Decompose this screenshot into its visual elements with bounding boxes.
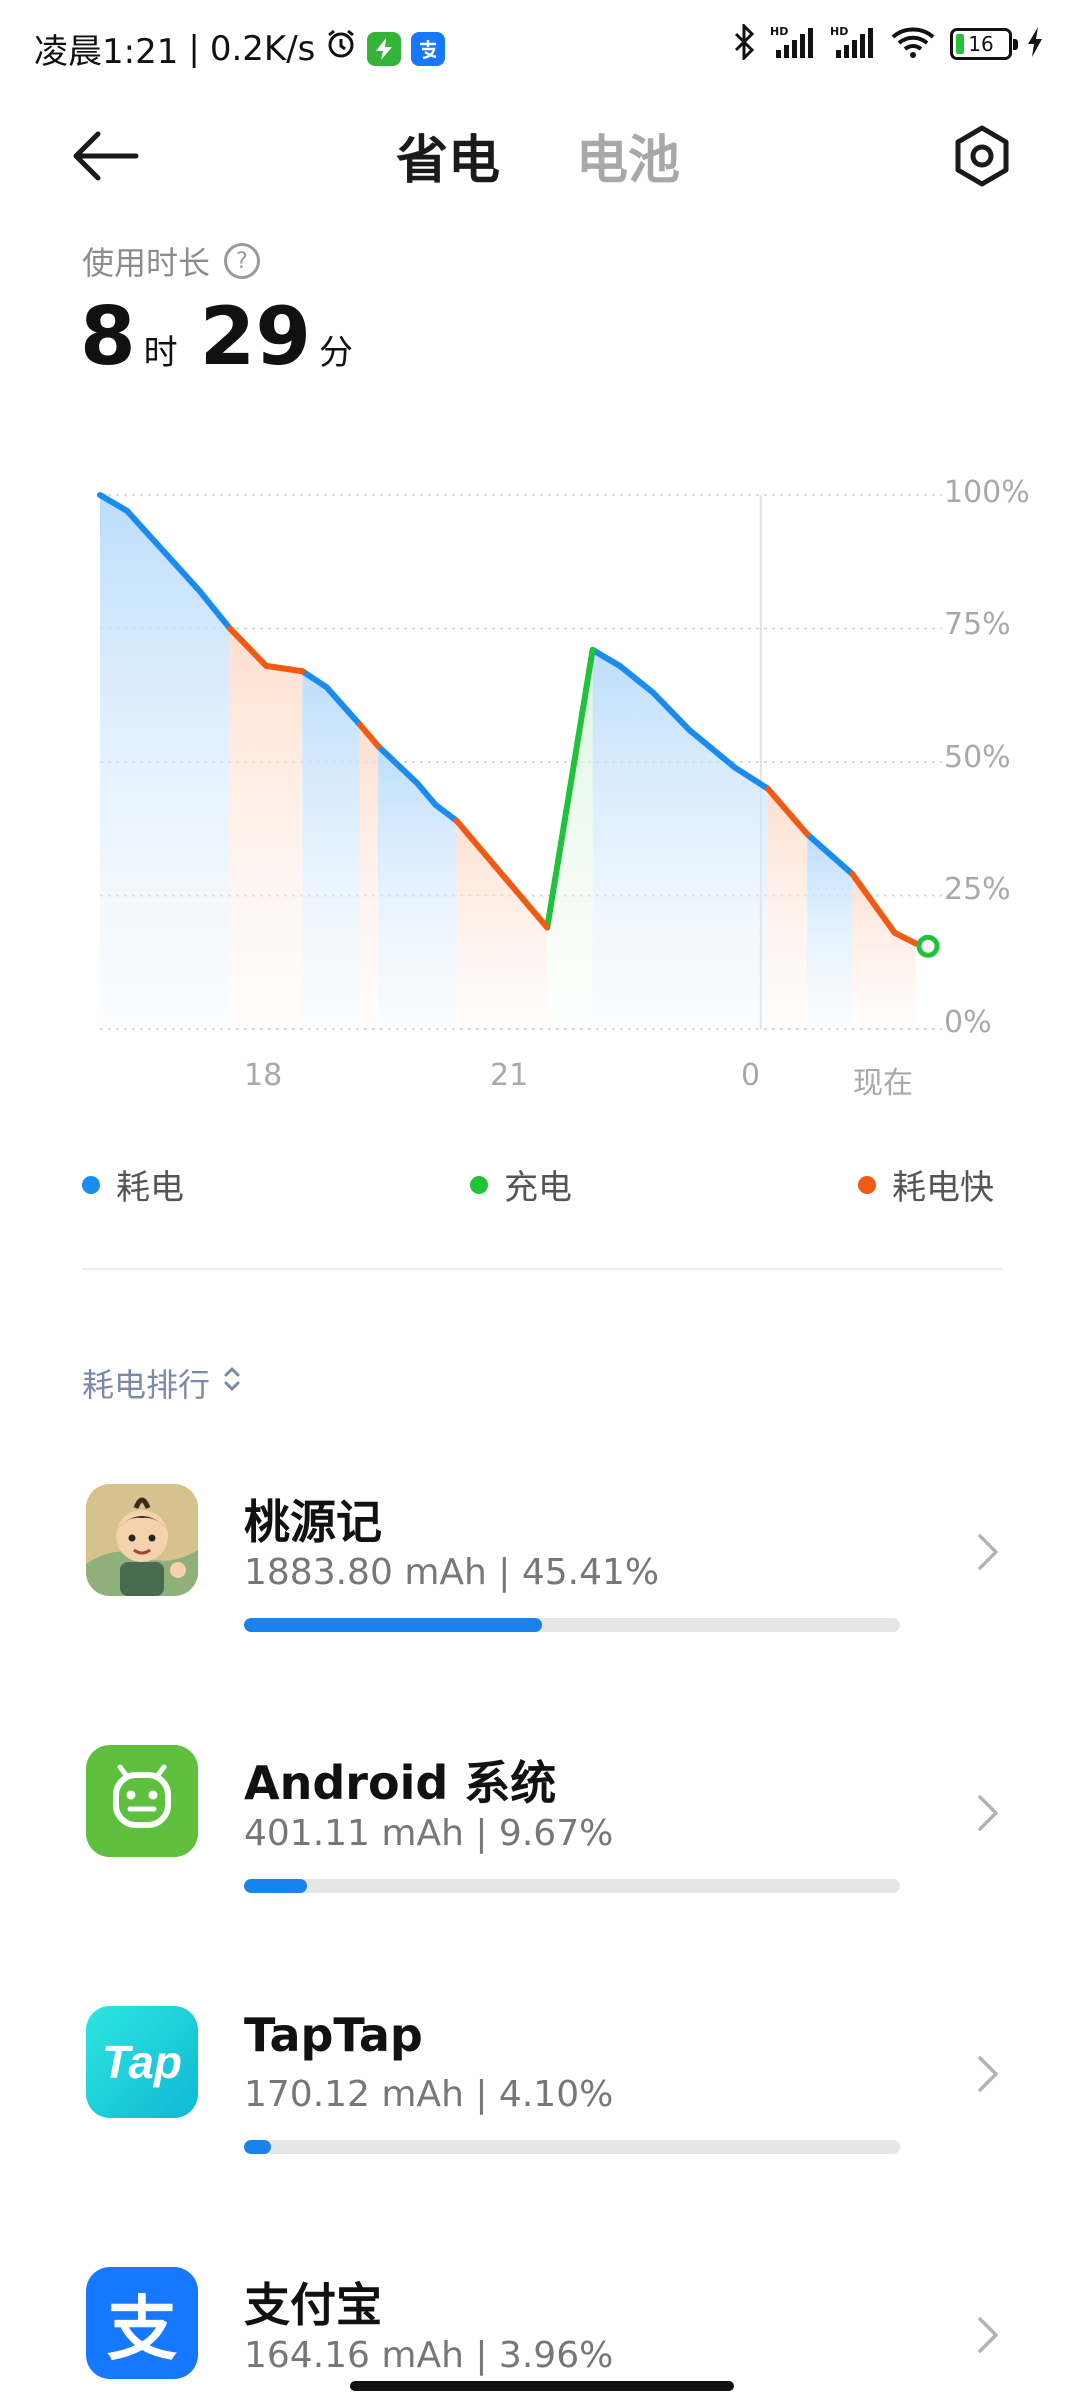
y-tick-0: 0% [944, 1005, 992, 1040]
chevron-right-icon [968, 2046, 1008, 2102]
network-speed: 0.2K/s [209, 28, 316, 69]
battery-level-chart[interactable] [0, 460, 1080, 1100]
app-usage-bar-fill [244, 1879, 308, 1893]
usage-duration: 8 时 29 分 [80, 290, 367, 383]
legend-charge: 充电 [470, 1160, 572, 1209]
area-0-0 [100, 495, 230, 1029]
app-item-android-system[interactable]: Android 系统 401.11 mAh | 9.67% [0, 1745, 1080, 1985]
usage-label: 使用时长 ? [82, 238, 261, 284]
status-separator: | [188, 28, 200, 69]
bluetooth-icon [732, 22, 756, 64]
y-tick-100: 100% [944, 475, 1030, 510]
usage-hours-unit: 时 [143, 333, 178, 373]
area-2-2 [456, 820, 548, 1029]
usage-hours: 8 [80, 290, 136, 383]
app-usage-bar-fill [244, 2140, 271, 2154]
signal-hd-1-icon: HD [770, 24, 816, 64]
status-time: 凌晨1:21 [34, 32, 179, 72]
legend-drain: 耗电 [82, 1160, 184, 1209]
y-tick-25: 25% [944, 872, 1011, 907]
help-icon[interactable]: ? [224, 243, 261, 279]
alarm-icon [325, 28, 357, 69]
status-right: HD HD 16 [732, 22, 1044, 64]
svg-text:HD: HD [770, 25, 788, 38]
battery-icon: 16 [950, 28, 1018, 60]
charging-bolt-icon [1026, 26, 1044, 62]
chevron-right-icon [968, 1524, 1008, 1580]
app-usage-bar [244, 1618, 900, 1632]
usage-minutes: 29 [199, 290, 311, 383]
app-name: Android 系统 [244, 1756, 557, 1810]
charging-app-icon [367, 31, 402, 66]
taptap-logo-text: Tap [101, 2036, 183, 2088]
app-usage-bar [244, 1879, 900, 1893]
chevron-right-icon [968, 1785, 1008, 1841]
tab-battery[interactable]: 电池 [576, 118, 680, 193]
section-divider [82, 1268, 1002, 1270]
svg-text:HD: HD [830, 25, 848, 38]
usage-minutes-unit: 分 [319, 333, 353, 373]
arrow-left-icon [70, 131, 140, 185]
chevron-right-icon [968, 2307, 1008, 2363]
area-0-3 [592, 649, 768, 1029]
legend-fast-drain-label: 耗电快 [892, 1168, 994, 1208]
app-usage-bar-fill [244, 1618, 542, 1632]
status-bar: 凌晨1:21 | 0.2K/s HD HD 16 [0, 0, 1080, 96]
alipay-notification-icon [411, 31, 446, 66]
y-tick-75: 75% [944, 607, 1011, 642]
x-tick-18: 18 [244, 1058, 283, 1093]
settings-button[interactable] [944, 120, 1020, 196]
ranking-title: 耗电排行 [82, 1366, 211, 1404]
area-2-4 [852, 874, 916, 1029]
area-0-2 [378, 745, 457, 1029]
area-2-0 [229, 628, 303, 1029]
x-tick-0: 0 [741, 1058, 761, 1093]
back-button[interactable] [70, 120, 160, 196]
legend-charge-dot [470, 1175, 488, 1194]
current-level-point [916, 934, 940, 958]
x-tick-now: 现在 [853, 1066, 913, 1101]
x-tick-21: 21 [490, 1058, 529, 1093]
y-tick-50: 50% [944, 740, 1011, 775]
app-icon-taptap: Tap [86, 2006, 198, 2118]
status-left: 凌晨1:21 | 0.2K/s [34, 24, 446, 73]
battery-level: 16 [968, 32, 994, 56]
app-icon-android-system [86, 1745, 198, 1857]
app-icon-alipay: 支 [86, 2267, 198, 2379]
chart-area-fills [100, 495, 916, 1029]
app-item-taptap[interactable]: Tap TapTap 170.12 mAh | 4.10% [0, 2006, 1080, 2246]
app-stats: 164.16 mAh | 3.96% [244, 2335, 614, 2376]
alipay-logo-text: 支 [107, 2287, 177, 2370]
ranking-sort-button[interactable]: 耗电排行 [82, 1360, 242, 1406]
chart-current-marker [916, 934, 940, 958]
home-indicator[interactable] [350, 2381, 734, 2391]
app-item-taoyuanji[interactable]: 桃源记 1883.80 mAh | 45.41% [0, 1484, 1080, 1724]
area-0-4 [807, 834, 853, 1029]
tab-power-saving[interactable]: 省电 [396, 118, 500, 193]
app-name: 桃源记 [244, 1495, 382, 1549]
settings-icon [950, 124, 1014, 192]
sort-updown-icon [222, 1364, 242, 1402]
usage-label-text: 使用时长 [82, 244, 211, 282]
legend-fast-drain: 耗电快 [858, 1160, 994, 1209]
app-stats: 401.11 mAh | 9.67% [244, 1813, 614, 1854]
area-0-1 [302, 671, 360, 1029]
legend-charge-label: 充电 [504, 1168, 572, 1208]
area-2-1 [359, 724, 379, 1029]
app-stats: 1883.80 mAh | 45.41% [244, 1552, 660, 1593]
app-usage-bar [244, 2140, 900, 2154]
app-name: TapTap [244, 2008, 423, 2062]
signal-hd-2-icon: HD [830, 24, 876, 64]
app-icon-taoyuanji [86, 1484, 198, 1596]
app-name: 支付宝 [244, 2278, 382, 2332]
legend-drain-dot [82, 1175, 100, 1194]
legend-drain-label: 耗电 [116, 1168, 184, 1208]
legend-fast-drain-dot [858, 1175, 876, 1194]
app-stats: 170.12 mAh | 4.10% [244, 2074, 614, 2115]
wifi-icon [890, 24, 936, 64]
